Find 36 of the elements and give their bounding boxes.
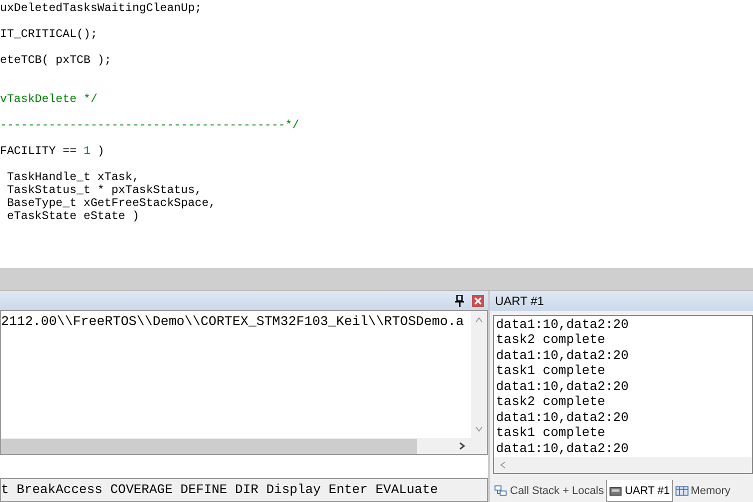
command-output: 2112.00\\FreeRTOS\\Demo\\CORTEX_STM32F103_Keil\\RTOSDemo.a bbox=[1, 313, 465, 332]
serial-output-line: data1:10,data2:20 bbox=[496, 378, 630, 394]
serial-output-line: data1:10,data2:20 bbox=[496, 348, 630, 364]
scroll-right-icon[interactable] bbox=[457, 441, 467, 452]
panel-tab[interactable]: UART #1 bbox=[606, 480, 673, 502]
serial-output-line: data1:10,data2:20 bbox=[496, 316, 630, 332]
horizontal-scrollbar[interactable] bbox=[1, 438, 487, 454]
serial-output-line: data1:10,data2:20 bbox=[496, 440, 630, 456]
panel-title: UART #1 bbox=[490, 291, 753, 311]
code-line: TaskStatus_t * pxTaskStatus, bbox=[6, 184, 203, 197]
code-line: eTaskState eState ) bbox=[6, 210, 140, 223]
panel-tab[interactable]: Call Stack + Locals bbox=[492, 480, 606, 502]
windows-icon bbox=[494, 485, 508, 497]
serial-output-line: task2 complete bbox=[496, 394, 606, 410]
serial-output-line: task1 complete bbox=[496, 363, 606, 379]
close-button[interactable] bbox=[472, 294, 484, 307]
terminal-icon bbox=[608, 484, 623, 496]
horizontal-scrollbar[interactable] bbox=[494, 457, 752, 474]
code-line: uxDeletedTasksWaitingCleanUp; bbox=[0, 2, 203, 15]
code-line: eteTCB( pxTCB ); bbox=[0, 54, 112, 67]
serial-output-line: task2 complete bbox=[496, 332, 606, 348]
serial-output-line: task1 complete bbox=[496, 425, 606, 441]
code-line: FACILITY == 1 ) bbox=[0, 145, 106, 158]
scroll-left-icon[interactable] bbox=[498, 460, 508, 470]
code-line: BaseType_t xGetFreeStackSpace, bbox=[6, 197, 217, 210]
serial-output-line: data1:10,data2:20 bbox=[496, 410, 630, 426]
code-line: TaskHandle_t xTask, bbox=[6, 171, 140, 184]
code-line: -----------------------------------------*/ bbox=[0, 119, 300, 132]
vertical-scrollbar[interactable] bbox=[471, 311, 487, 438]
command-hints: t BreakAccess COVERAGE DEFINE DIR Display Enter EVALuate bbox=[0, 478, 488, 502]
scroll-down-icon[interactable] bbox=[474, 424, 484, 434]
code-line: IT_CRITICAL(); bbox=[0, 28, 98, 41]
grid-icon bbox=[674, 485, 689, 497]
code-line: vTaskDelete */ bbox=[0, 93, 98, 106]
panel-tab[interactable]: Memory bbox=[672, 480, 732, 502]
pin-icon[interactable] bbox=[454, 294, 464, 307]
